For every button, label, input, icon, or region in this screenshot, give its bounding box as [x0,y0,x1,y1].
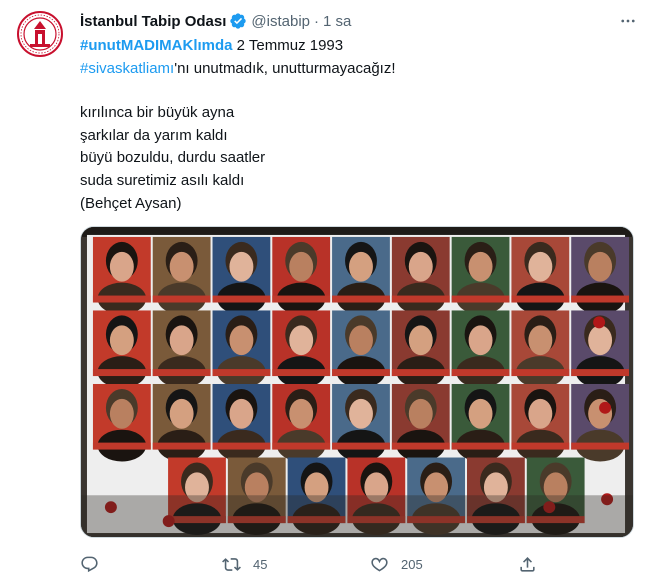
portrait-caption-strip [511,295,570,303]
portrait-caption-strip [152,369,211,377]
portrait-caption-strip [391,295,450,303]
portrait-face [109,251,134,282]
portrait-face [349,251,373,282]
portrait-face [289,398,314,429]
portrait-face [468,325,493,356]
portrait-face [468,398,493,429]
portrait-face [169,325,194,356]
reply-button[interactable] [80,553,111,575]
portrait-caption-strip [332,442,390,450]
portrait-face [408,325,433,356]
portrait-caption-strip [92,442,151,450]
portrait-face [349,398,373,429]
tweet-line-1: #unutMADIMAKlımda 2 Temmuz 1993 [80,35,639,58]
portrait-caption-strip [571,442,630,450]
portrait-face [349,325,373,356]
portrait-face [169,398,194,429]
portrait-face [528,325,553,356]
more-icon[interactable] [617,10,639,32]
poem-line: kırılınca bir büyük ayna [80,104,235,122]
tweet-line-2: #sivaskatliamı'nı unutmadık, unutturmaya… [80,58,639,81]
author-name[interactable]: İstanbul Tabip Odası [80,13,226,30]
portrait-caption-strip [511,442,570,450]
tweet-line-2-text: 'nı unutmadık, unutturmayacağız! [174,59,396,77]
portrait-caption-strip [391,442,450,450]
like-button[interactable]: 205 [370,553,423,575]
portrait-face [289,325,314,356]
portrait-caption-strip [272,295,331,303]
portrait-caption-strip [332,295,390,303]
portrait-caption-strip [92,295,151,303]
tweet-line-1-text: 2 Temmuz 1993 [232,37,344,54]
portrait-face [588,325,613,356]
portrait-face [169,251,194,282]
portrait-face [468,251,493,282]
retweet-button[interactable]: 45 [222,553,267,575]
carnation-flower [593,316,606,329]
portrait-face [528,251,553,282]
portrait-face [289,251,314,282]
portrait-caption-strip [152,295,211,303]
retweet-icon [222,557,241,571]
poem-line: şarkılar da yarım kaldı [80,126,228,144]
portrait-caption-strip [212,442,271,450]
portrait-face [229,398,254,429]
portrait-caption-strip [272,369,331,377]
portrait-face [109,325,134,356]
portrait-face [588,251,613,282]
verified-badge-icon [229,12,247,30]
portrait-caption-strip [212,295,271,303]
portrait-caption-strip [571,295,630,303]
portrait-grid [92,236,630,536]
portrait-caption-strip [272,442,331,450]
tweet-actions: 45 205 [80,553,634,575]
separator-dot: · [314,12,319,30]
portrait-face [109,398,134,429]
tweet-header: İstanbul Tabip Odası @istabip · 1 sa [80,10,639,32]
portrait-face [229,325,254,356]
share-icon [520,556,535,572]
portrait-face [408,251,433,282]
share-button[interactable] [518,553,549,575]
tweet-timestamp[interactable]: 1 sa [323,13,351,30]
tweet-photo[interactable] [80,226,634,538]
like-count: 205 [401,556,423,572]
istanbul-tabip-odasi-logo [17,11,63,57]
portrait-face [528,398,553,429]
hashtag-sivaskatliami[interactable]: #sivaskatliamı [80,60,174,77]
portrait-caption-strip [391,369,450,377]
portrait-caption-strip [152,442,211,450]
portrait-caption-strip [451,442,510,450]
carnation-flower [599,401,612,414]
portrait-caption-strip [332,369,390,377]
poem-attribution: (Behçet Aysan) [80,194,182,212]
portrait-caption-strip [451,369,510,377]
heart-icon [371,557,388,571]
portrait-caption-strip [212,369,271,377]
tweet-text: #unutMADIMAKlımda 2 Temmuz 1993 #sivaska… [80,35,639,215]
retweet-count: 45 [253,556,268,572]
portrait-face [229,251,254,282]
portrait-caption-strip [451,295,510,303]
portrait-face [408,398,433,429]
poem-line: büyü bozuldu, durdu saatler [80,149,266,167]
portrait-caption-strip [511,369,570,377]
hashtag-unutmadimaklimda[interactable]: #unutMADIMAKlımda [80,37,233,54]
reply-icon [81,556,98,572]
author-handle[interactable]: @istabip [251,13,310,30]
portrait-caption-strip [571,369,630,377]
memorial-banner-photo [81,227,633,537]
portrait-caption-strip [92,369,151,377]
avatar[interactable] [16,10,64,58]
poem-line: suda suretimiz asılı kaldı [80,171,245,189]
